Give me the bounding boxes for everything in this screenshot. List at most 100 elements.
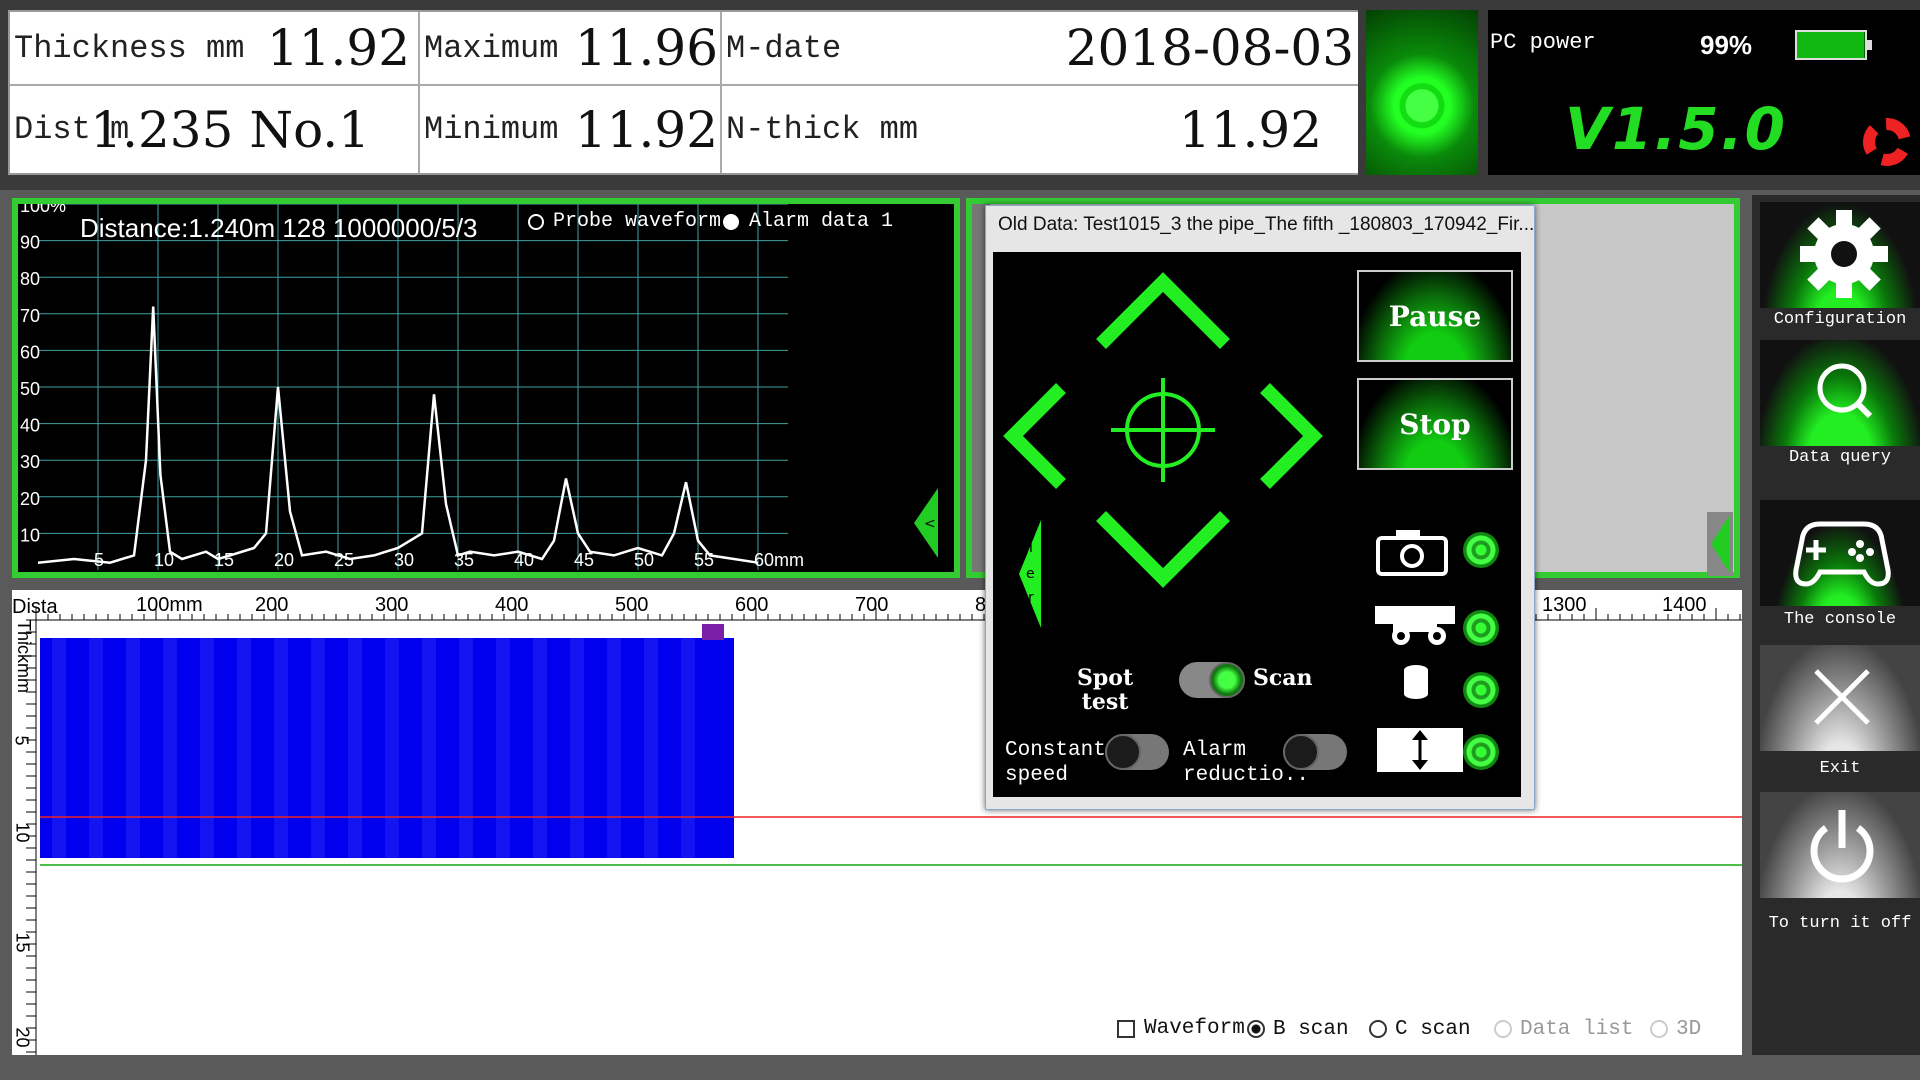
scan-label: Scan — [1253, 665, 1313, 691]
dialog-title: Old Data: Test1015_3 the pipe_The fifth … — [998, 214, 1535, 235]
bscan-x-tick: 1400 — [1662, 594, 1707, 616]
maximum-cell: Maximum 11.96 — [420, 12, 722, 86]
pc-power-label: PC power — [1490, 30, 1596, 55]
probe-waveform-label: Probe waveform — [553, 210, 722, 233]
bscan-stripe — [681, 638, 695, 858]
bscan-y-tick: 5 — [11, 735, 32, 746]
wave-x-tick: 55 — [694, 550, 714, 570]
camera-icon[interactable] — [1376, 528, 1448, 576]
bscan-x-tick: 100mm — [136, 594, 203, 616]
bscan-stripe — [200, 638, 214, 858]
alarm-data-radio[interactable] — [723, 214, 739, 230]
gamepad-icon — [1793, 521, 1891, 587]
bscan-x-tick: 600 — [735, 594, 769, 616]
svg-text:<: < — [924, 516, 936, 532]
spot-scan-toggle[interactable] — [1179, 662, 1245, 698]
datalist-radio[interactable] — [1494, 1020, 1512, 1038]
wave-y-tick: 70 — [20, 306, 40, 326]
wave-y-tick: 60 — [20, 342, 40, 362]
cscan-radio[interactable] — [1369, 1020, 1387, 1038]
minimum-label: Minimum — [424, 111, 559, 148]
waveform-checkbox[interactable] — [1117, 1020, 1135, 1038]
arrow-left-icon — [1003, 383, 1066, 489]
maximum-label: Maximum — [424, 29, 559, 67]
alarm-reduction-toggle[interactable] — [1283, 734, 1347, 770]
arrow-right-icon — [1260, 383, 1323, 489]
bscan-stripe — [126, 638, 140, 858]
bscan-stripe — [89, 638, 103, 858]
bscan-x-tick: 1300 — [1542, 594, 1587, 616]
toggle-knob-off — [1105, 734, 1141, 770]
nav-data-query-button[interactable]: Data query — [1760, 340, 1920, 468]
3d-option-label: 3D — [1676, 1018, 1702, 1041]
nav-console-button[interactable]: The console — [1760, 500, 1920, 629]
bscan-stripe — [274, 638, 288, 858]
collapse-left-icon[interactable]: < — [914, 488, 940, 558]
nav-power-bg — [1760, 792, 1920, 898]
search-icon — [1817, 363, 1873, 419]
power-icon — [1810, 810, 1874, 883]
bscan-y-tick: 20 — [12, 1027, 33, 1048]
nav-exit-bg — [1760, 645, 1920, 751]
nav-power-off-button[interactable]: To turn it off — [1760, 792, 1920, 942]
resize-vertical-icon[interactable] — [1377, 728, 1463, 772]
minimum-cell: Minimum 11.92 — [420, 86, 722, 173]
bscan-stripe — [644, 638, 658, 858]
bscan-stripe — [570, 638, 584, 858]
constant-speed-toggle[interactable] — [1105, 734, 1169, 770]
wave-x-tick: 30 — [394, 550, 414, 570]
status-light-icon — [1366, 10, 1478, 175]
arrow-up-icon — [1096, 272, 1230, 349]
wave-y-tick: 50 — [20, 379, 40, 399]
bscan-stripe — [533, 638, 547, 858]
thickness-cell: Thickness mm 11.92 — [10, 12, 420, 86]
bscan-distance-label: Dista — [12, 596, 58, 618]
datalist-option-label: Data list — [1520, 1018, 1634, 1041]
stop-button[interactable]: Stop — [1357, 378, 1513, 470]
bscan-stripe — [385, 638, 399, 858]
crosshair-icon — [1111, 378, 1215, 482]
cart-icon[interactable] — [1373, 602, 1457, 652]
bscan-thick-label: Thickmm — [14, 620, 34, 693]
dist-cell: Dist m 1.235 No.1 — [10, 86, 420, 173]
cylinder-icon[interactable] — [1401, 662, 1431, 702]
bscan-option-label: B scan — [1273, 1018, 1349, 1041]
3d-radio[interactable] — [1650, 1020, 1668, 1038]
version-label: V1.5.0 — [1565, 95, 1788, 163]
pause-button[interactable]: Pause — [1357, 270, 1513, 362]
expand-right-icon[interactable] — [1707, 512, 1733, 576]
nav-console-bg — [1760, 500, 1920, 606]
nav-data-query-bg — [1760, 340, 1920, 446]
bscan-y-tick: 15 — [12, 932, 33, 953]
distance-readout: Distance:1.240m 128 1000000/5/3 — [80, 213, 478, 243]
nav-exit-button[interactable]: Exit — [1760, 645, 1920, 783]
bscan-cursor-marker — [702, 624, 724, 640]
wave-y-tick: 80 — [20, 269, 40, 289]
bscan-stripe — [496, 638, 510, 858]
lifebuoy-icon[interactable] — [1863, 118, 1911, 166]
waveform-option-label: Waveform — [1144, 1017, 1245, 1040]
bscan-x-tick: 300 — [375, 594, 409, 616]
gear-icon — [1800, 210, 1888, 298]
constant-speed-label: Constant speed — [1005, 739, 1106, 787]
nav-data-query-label: Data query — [1788, 448, 1892, 467]
spot-test-label: Spot test — [1077, 665, 1134, 715]
measurement-table: Thickness mm 11.92 Maximum 11.96 M-date … — [8, 10, 1358, 175]
bscan-stripe — [459, 638, 473, 858]
nav-exit-label: Exit — [1819, 759, 1861, 778]
minimum-value: 11.92 — [574, 100, 718, 159]
nav-configuration-button[interactable]: Configuration — [1760, 202, 1920, 330]
wave-y-tick: 10 — [20, 525, 40, 545]
mdate-label: M-date — [726, 29, 842, 67]
arrow-down-icon — [1096, 511, 1230, 588]
bscan-radio[interactable] — [1247, 1020, 1265, 1038]
wave-x-tick: 20 — [274, 550, 294, 570]
probe-waveform-radio[interactable] — [528, 214, 544, 230]
nthick-label: N-thick mm — [726, 111, 919, 148]
wave-y-tick: 100% — [20, 204, 66, 216]
wave-y-tick: 40 — [20, 416, 40, 436]
wave-y-tick: 90 — [20, 233, 40, 253]
bscan-x-tick: 700 — [855, 594, 889, 616]
dist-value: 1.235 No.1 — [90, 100, 370, 159]
nav-console-label: The console — [1783, 610, 1897, 629]
